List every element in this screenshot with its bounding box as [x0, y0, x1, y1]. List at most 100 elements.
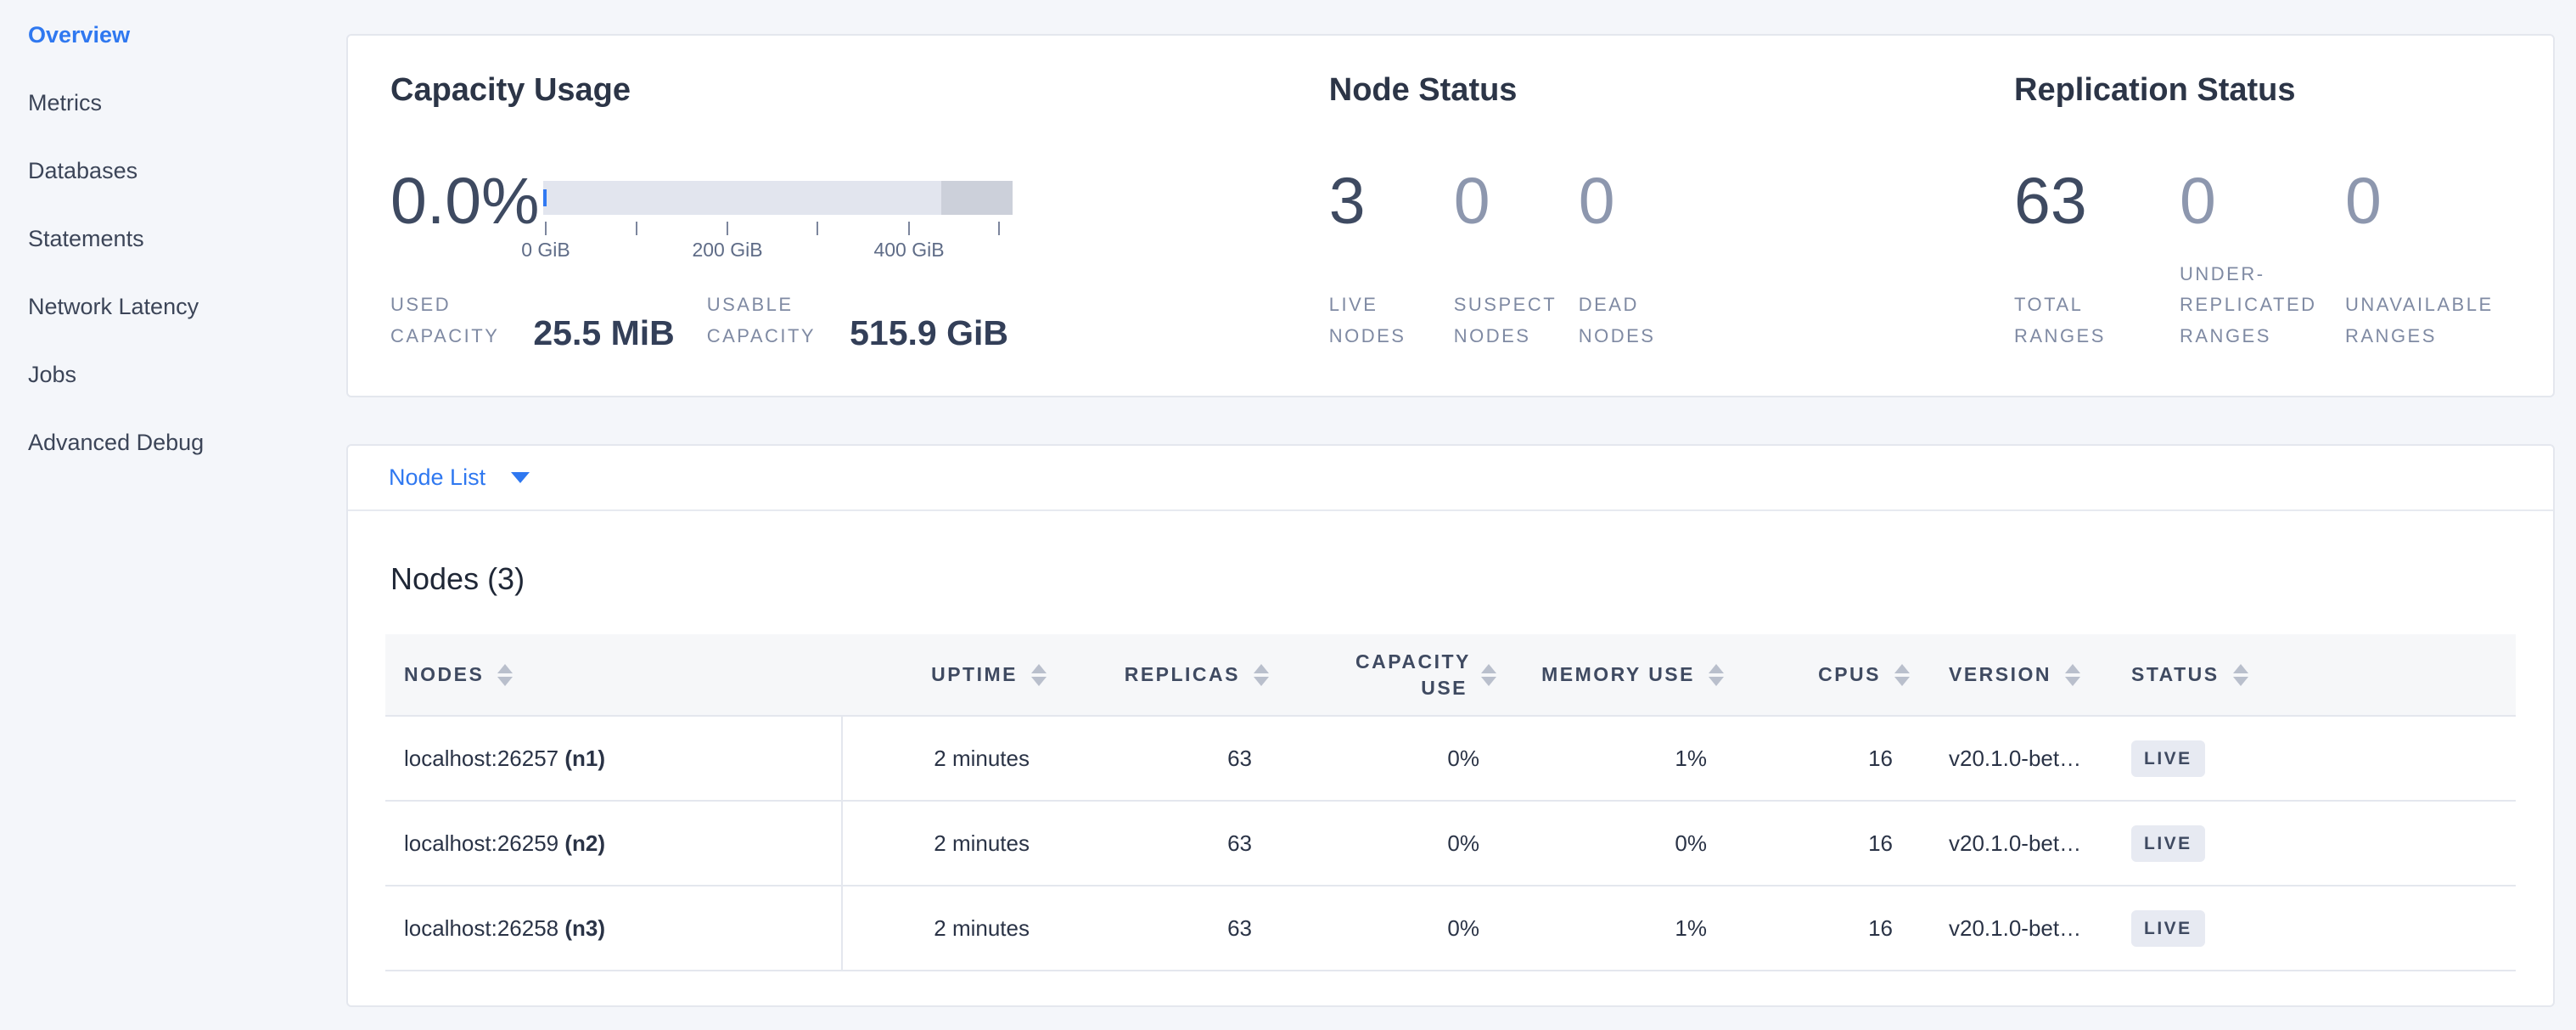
sort-icon[interactable]	[1254, 664, 1269, 686]
column-header-nodes[interactable]: NODES	[385, 661, 843, 688]
column-header-version[interactable]: VERSION	[1910, 661, 2131, 688]
sidebar: Overview Metrics Databases Statements Ne…	[0, 0, 346, 1030]
total-ranges-stat: 63 TOTAL RANGES	[2014, 169, 2180, 352]
nodes-table-title: Nodes (3)	[390, 560, 2553, 597]
column-header-uptime-label: UPTIME	[931, 661, 1018, 688]
version-cell: v20.1.0-bet…	[1910, 915, 2131, 942]
node-list-dropdown[interactable]: Node List	[389, 464, 530, 491]
chevron-down-icon	[511, 472, 530, 483]
sidebar-item-overview[interactable]: Overview	[0, 1, 346, 69]
table-row[interactable]: localhost:26257 (n1) 2 minutes 63 0% 1% …	[385, 717, 2516, 802]
cpus-cell: 16	[1724, 746, 1910, 772]
memory-use-cell: 0%	[1496, 830, 1724, 857]
replication-status-section: Replication Status 63 TOTAL RANGES 0 UND…	[2014, 68, 2511, 352]
table-row[interactable]: localhost:26259 (n2) 2 minutes 63 0% 0% …	[385, 802, 2516, 886]
unavailable-ranges-label: UNAVAILABLE RANGES	[2345, 290, 2494, 352]
status-badge: LIVE	[2131, 740, 2205, 777]
node-list-header: Node List	[348, 446, 2553, 511]
column-header-capacity-use-label: CAPACITY USE	[1355, 649, 1468, 701]
suspect-nodes-value: 0	[1454, 169, 1579, 234]
sidebar-item-statements[interactable]: Statements	[0, 205, 346, 273]
under-replicated-ranges-label: UNDER-REPLICATED RANGES	[2180, 259, 2317, 352]
node-address-cell[interactable]: localhost:26257 (n1)	[385, 717, 843, 800]
suspect-nodes-label: SUSPECT NODES	[1454, 290, 1557, 352]
capacity-usage-title: Capacity Usage	[390, 68, 1329, 113]
status-badge: LIVE	[2131, 910, 2205, 947]
total-ranges-label: TOTAL RANGES	[2014, 290, 2106, 352]
sidebar-item-network-latency[interactable]: Network Latency	[0, 273, 346, 341]
replicas-cell: 63	[1047, 830, 1269, 857]
under-replicated-ranges-stat: 0 UNDER-REPLICATED RANGES	[2180, 169, 2345, 352]
axis-label-200gib: 200 GiB	[692, 239, 762, 262]
version-cell: v20.1.0-bet…	[1910, 830, 2131, 857]
column-header-replicas-label: REPLICAS	[1125, 661, 1240, 688]
unavailable-ranges-stat: 0 UNAVAILABLE RANGES	[2345, 169, 2511, 352]
column-header-capacity-use[interactable]: CAPACITY USE	[1269, 649, 1496, 701]
nodes-table: NODES UPTIME REPLICAS CAPACITY USE MEMOR…	[385, 634, 2516, 971]
sort-icon[interactable]	[2233, 664, 2248, 686]
uptime-cell: 2 minutes	[843, 746, 1047, 772]
node-list-dropdown-label: Node List	[389, 464, 485, 491]
sort-icon[interactable]	[1481, 664, 1496, 686]
dead-nodes-stat: 0 DEAD NODES	[1579, 169, 1703, 352]
node-status-section: Node Status 3 LIVE NODES 0 SUSPECT NODES…	[1329, 68, 2014, 352]
live-nodes-label: LIVE NODES	[1329, 290, 1406, 352]
used-capacity-stat: USED CAPACITY 25.5 MiB	[390, 290, 675, 352]
cluster-summary-card: Capacity Usage 0.0%	[346, 34, 2555, 397]
column-header-memory-use-label: MEMORY USE	[1541, 661, 1695, 688]
memory-use-cell: 1%	[1496, 746, 1724, 772]
node-id: (n1)	[564, 746, 605, 771]
dead-nodes-label: DEAD NODES	[1579, 290, 1656, 352]
status-cell: LIVE	[2131, 825, 2516, 862]
replicas-cell: 63	[1047, 915, 1269, 942]
sidebar-item-advanced-debug[interactable]: Advanced Debug	[0, 408, 346, 476]
nodes-table-header-row: NODES UPTIME REPLICAS CAPACITY USE MEMOR…	[385, 634, 2516, 717]
node-list-card: Node List Nodes (3) NODES UPTIME REPLICA…	[346, 444, 2555, 1007]
sort-icon[interactable]	[2065, 664, 2080, 686]
node-address: localhost:26258	[404, 915, 558, 941]
replicas-cell: 63	[1047, 746, 1269, 772]
column-header-cpus[interactable]: CPUS	[1724, 661, 1910, 688]
capacity-usage-bar-chart: 0 GiB 200 GiB 400 GiB	[543, 169, 1013, 264]
node-address-cell[interactable]: localhost:26259 (n2)	[385, 802, 843, 885]
table-row[interactable]: localhost:26258 (n3) 2 minutes 63 0% 1% …	[385, 886, 2516, 971]
sort-icon[interactable]	[497, 664, 513, 686]
capacity-bar-used-marker	[543, 189, 547, 206]
version-cell: v20.1.0-bet…	[1910, 746, 2131, 772]
sort-icon[interactable]	[1709, 664, 1724, 686]
node-address: localhost:26259	[404, 830, 558, 856]
sidebar-item-jobs[interactable]: Jobs	[0, 341, 346, 408]
capacity-use-cell: 0%	[1269, 915, 1496, 942]
column-header-uptime[interactable]: UPTIME	[843, 661, 1047, 688]
sidebar-item-databases[interactable]: Databases	[0, 137, 346, 205]
capacity-used-percent: 0.0%	[390, 169, 543, 264]
live-nodes-stat: 3 LIVE NODES	[1329, 169, 1454, 352]
suspect-nodes-stat: 0 SUSPECT NODES	[1454, 169, 1579, 352]
usable-capacity-value: 515.9 GiB	[850, 315, 1008, 352]
uptime-cell: 2 minutes	[843, 915, 1047, 942]
column-header-nodes-label: NODES	[404, 661, 484, 688]
axis-label-400gib: 400 GiB	[873, 239, 944, 262]
memory-use-cell: 1%	[1496, 915, 1724, 942]
column-header-replicas[interactable]: REPLICAS	[1047, 661, 1269, 688]
total-ranges-value: 63	[2014, 169, 2180, 234]
dead-nodes-value: 0	[1579, 169, 1703, 234]
used-capacity-label: USED CAPACITY	[390, 290, 499, 352]
main-content: Capacity Usage 0.0%	[346, 0, 2555, 1007]
column-header-version-label: VERSION	[1949, 661, 2051, 688]
capacity-use-cell: 0%	[1269, 746, 1496, 772]
column-header-memory-use[interactable]: MEMORY USE	[1496, 661, 1724, 688]
cpus-cell: 16	[1724, 915, 1910, 942]
sort-icon[interactable]	[1031, 664, 1047, 686]
usable-capacity-stat: USABLE CAPACITY 515.9 GiB	[707, 290, 1008, 352]
capacity-usage-section: Capacity Usage 0.0%	[390, 68, 1329, 352]
sort-icon[interactable]	[1894, 664, 1910, 686]
capacity-bar-track	[543, 181, 1013, 215]
sidebar-item-metrics[interactable]: Metrics	[0, 69, 346, 137]
node-address-cell[interactable]: localhost:26258 (n3)	[385, 886, 843, 970]
column-header-cpus-label: CPUS	[1818, 661, 1881, 688]
column-header-status[interactable]: STATUS	[2131, 661, 2516, 688]
capacity-use-cell: 0%	[1269, 830, 1496, 857]
live-nodes-value: 3	[1329, 169, 1454, 234]
column-header-status-label: STATUS	[2131, 661, 2220, 688]
